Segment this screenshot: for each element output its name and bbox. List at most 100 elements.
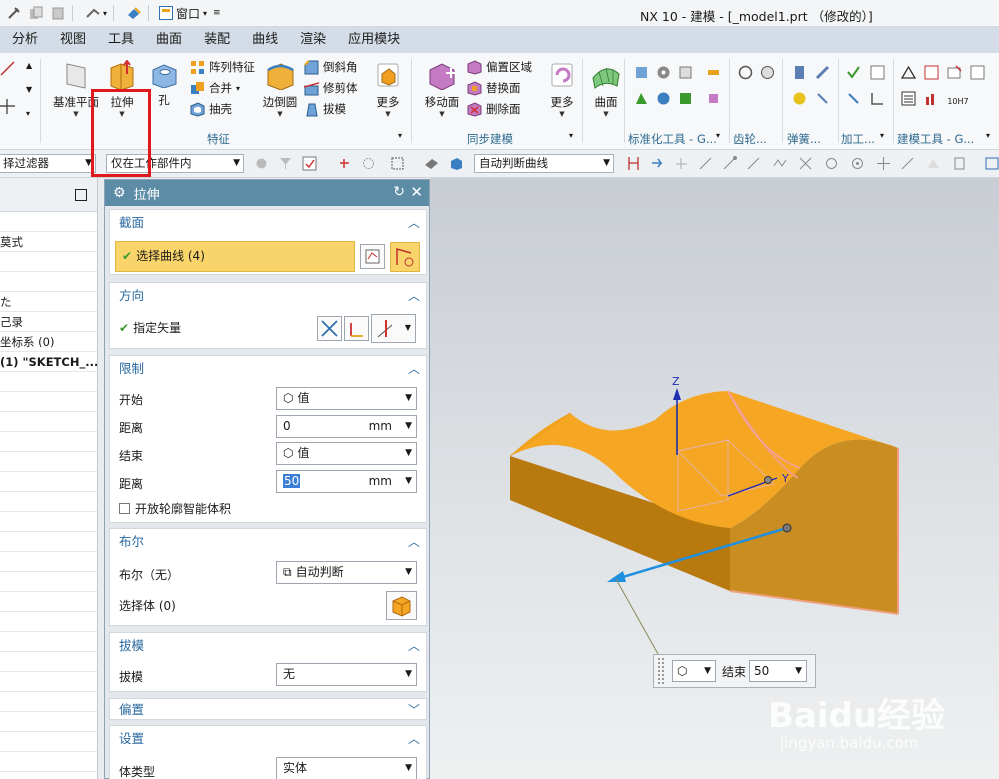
sketch-section-button[interactable] bbox=[360, 244, 385, 269]
offset-region-button[interactable]: 偏置区域 bbox=[467, 57, 532, 77]
reverse-direction-button[interactable] bbox=[317, 316, 342, 341]
tab-application[interactable]: 应用模块 bbox=[337, 27, 411, 53]
copy-icon[interactable] bbox=[28, 5, 44, 21]
select-all-icon[interactable] bbox=[302, 156, 317, 171]
snap-on-curve-icon[interactable] bbox=[900, 156, 915, 171]
tab-tools[interactable]: 工具 bbox=[97, 27, 145, 53]
gear-icon[interactable] bbox=[656, 65, 671, 80]
table-icon[interactable] bbox=[924, 65, 939, 80]
navigator-row[interactable] bbox=[0, 512, 97, 532]
chevron-up-icon[interactable]: ︿ bbox=[408, 633, 420, 659]
disc-spring-icon[interactable] bbox=[792, 91, 807, 106]
chevron-down-icon[interactable]: ﹀ bbox=[408, 699, 420, 721]
snap-arc-center-icon[interactable] bbox=[824, 156, 839, 171]
extension-spring-icon[interactable] bbox=[815, 65, 830, 80]
chamfer-button[interactable]: 倒斜角 bbox=[304, 57, 358, 77]
navigator-row[interactable] bbox=[0, 432, 97, 452]
fastener-icon[interactable] bbox=[634, 91, 649, 106]
reset-icon[interactable]: ↻ bbox=[393, 184, 405, 200]
navigator-row[interactable] bbox=[0, 532, 97, 552]
tab-curve[interactable]: 曲线 bbox=[241, 27, 289, 53]
customize-icon[interactable]: ≡ bbox=[213, 8, 221, 18]
vector-type-dropdown[interactable]: ▼ bbox=[371, 314, 416, 343]
library-icon[interactable] bbox=[678, 65, 693, 80]
list-icon[interactable] bbox=[901, 91, 916, 106]
maximize-icon[interactable] bbox=[75, 189, 87, 201]
type-filter-dropdown[interactable]: 择过滤器 ▼ bbox=[0, 154, 96, 173]
navigator-row[interactable] bbox=[0, 712, 97, 732]
start-type-dropdown[interactable]: ⬡ 值 ▼ bbox=[276, 387, 417, 410]
navigator-row[interactable] bbox=[0, 552, 97, 572]
navigator-row[interactable] bbox=[0, 732, 97, 752]
group-expand-icon[interactable]: ▾ bbox=[398, 131, 402, 140]
vector-origin-handle[interactable] bbox=[782, 523, 792, 533]
limits-header[interactable]: 限制 ︿ bbox=[110, 356, 426, 382]
snap-quadrant-icon[interactable] bbox=[850, 156, 865, 171]
select-curve-field[interactable]: ✔ 选择曲线 (4) bbox=[115, 241, 355, 272]
snap-bounded-icon[interactable] bbox=[952, 156, 967, 171]
line-icon[interactable] bbox=[0, 61, 15, 76]
curve-rule-dropdown[interactable]: 自动判断曲线 ▼ bbox=[474, 154, 614, 173]
close-icon[interactable]: ✕ bbox=[410, 183, 423, 201]
navigator-row[interactable]: た bbox=[0, 292, 97, 312]
drag-grip-icon[interactable] bbox=[658, 658, 664, 684]
more-features-button[interactable]: 更多 ▼ bbox=[362, 57, 414, 127]
tab-view[interactable]: 视图 bbox=[49, 27, 97, 53]
settings-header[interactable]: 设置 ︿ bbox=[110, 726, 426, 752]
graphics-viewport[interactable]: Z Y ⬡ ▼ 结束 50 ▼ Baidu经验 jingyan.baidu.com bbox=[430, 178, 999, 779]
tolerance-button[interactable]: 10H7 bbox=[944, 91, 972, 109]
process-table-icon[interactable] bbox=[870, 65, 885, 80]
draft-header[interactable]: 拔模 ︿ bbox=[110, 633, 426, 659]
snap-point-icon[interactable] bbox=[876, 156, 891, 171]
navigator-row[interactable] bbox=[0, 652, 97, 672]
onscreen-type-dropdown[interactable]: ⬡ ▼ bbox=[672, 660, 716, 682]
spring-delete-icon[interactable] bbox=[815, 91, 830, 106]
bolt-icon[interactable] bbox=[706, 65, 721, 80]
scroll-down-icon[interactable]: ▼ bbox=[26, 85, 32, 94]
curve-selection-button[interactable] bbox=[390, 242, 420, 272]
point-icon[interactable] bbox=[0, 99, 15, 114]
chart-icon[interactable] bbox=[924, 91, 939, 106]
boolean-header[interactable]: 布尔 ︿ bbox=[110, 529, 426, 555]
chevron-up-icon[interactable]: ︿ bbox=[408, 210, 420, 236]
table-edit-icon[interactable] bbox=[970, 65, 985, 80]
vector-dialog-button[interactable] bbox=[344, 316, 369, 341]
chevron-up-icon[interactable]: ︿ bbox=[408, 726, 420, 752]
navigator-row[interactable]: 莫式 bbox=[0, 232, 97, 252]
end-type-dropdown[interactable]: ⬡ 值 ▼ bbox=[276, 442, 417, 465]
snap-more-icon[interactable] bbox=[985, 156, 999, 171]
navigator-row[interactable]: 己录 bbox=[0, 312, 97, 332]
chevron-up-icon[interactable]: ︿ bbox=[408, 529, 420, 555]
select-body-button[interactable] bbox=[386, 591, 417, 620]
navigator-row[interactable] bbox=[0, 412, 97, 432]
navigator-row[interactable] bbox=[0, 452, 97, 472]
open-profile-row[interactable]: 开放轮廓智能体积 bbox=[119, 500, 231, 517]
process-probe-icon[interactable] bbox=[846, 91, 861, 106]
tab-analysis[interactable]: 分析 bbox=[0, 27, 49, 53]
lasso-icon[interactable] bbox=[361, 156, 376, 171]
unite-button[interactable]: 合并 ▾ bbox=[190, 78, 240, 98]
navigator-row[interactable] bbox=[0, 212, 97, 232]
spur-gear-icon[interactable] bbox=[738, 65, 753, 80]
settings-gear-icon[interactable] bbox=[254, 156, 269, 171]
repeat-command-icon[interactable] bbox=[85, 5, 101, 21]
bearing-icon[interactable] bbox=[656, 91, 671, 106]
body-select-icon[interactable] bbox=[449, 156, 464, 171]
navigator-row[interactable] bbox=[0, 632, 97, 652]
snap-endpoint-icon[interactable] bbox=[722, 156, 737, 171]
replace-face-button[interactable]: 替换面 bbox=[467, 78, 521, 98]
group-expand-icon[interactable]: ▾ bbox=[880, 131, 884, 140]
structure-icon[interactable] bbox=[678, 91, 693, 106]
y-axis-handle[interactable] bbox=[764, 476, 772, 484]
navigator-row[interactable]: (1) "SKETCH_... bbox=[0, 352, 97, 372]
navigator-row[interactable] bbox=[0, 272, 97, 292]
navigator-row[interactable] bbox=[0, 672, 97, 692]
snap-face-icon[interactable] bbox=[926, 156, 941, 171]
body-type-dropdown[interactable]: 实体 ▼ bbox=[276, 757, 417, 779]
triangle-icon[interactable] bbox=[900, 65, 917, 80]
scroll-up-icon[interactable]: ▲ bbox=[26, 61, 32, 70]
gear-icon[interactable]: ⚙ bbox=[113, 185, 126, 201]
compression-spring-icon[interactable] bbox=[792, 65, 807, 80]
navigator-row[interactable]: 坐标系 (0) bbox=[0, 332, 97, 352]
direction-header[interactable]: 方向 ︿ bbox=[110, 283, 426, 309]
